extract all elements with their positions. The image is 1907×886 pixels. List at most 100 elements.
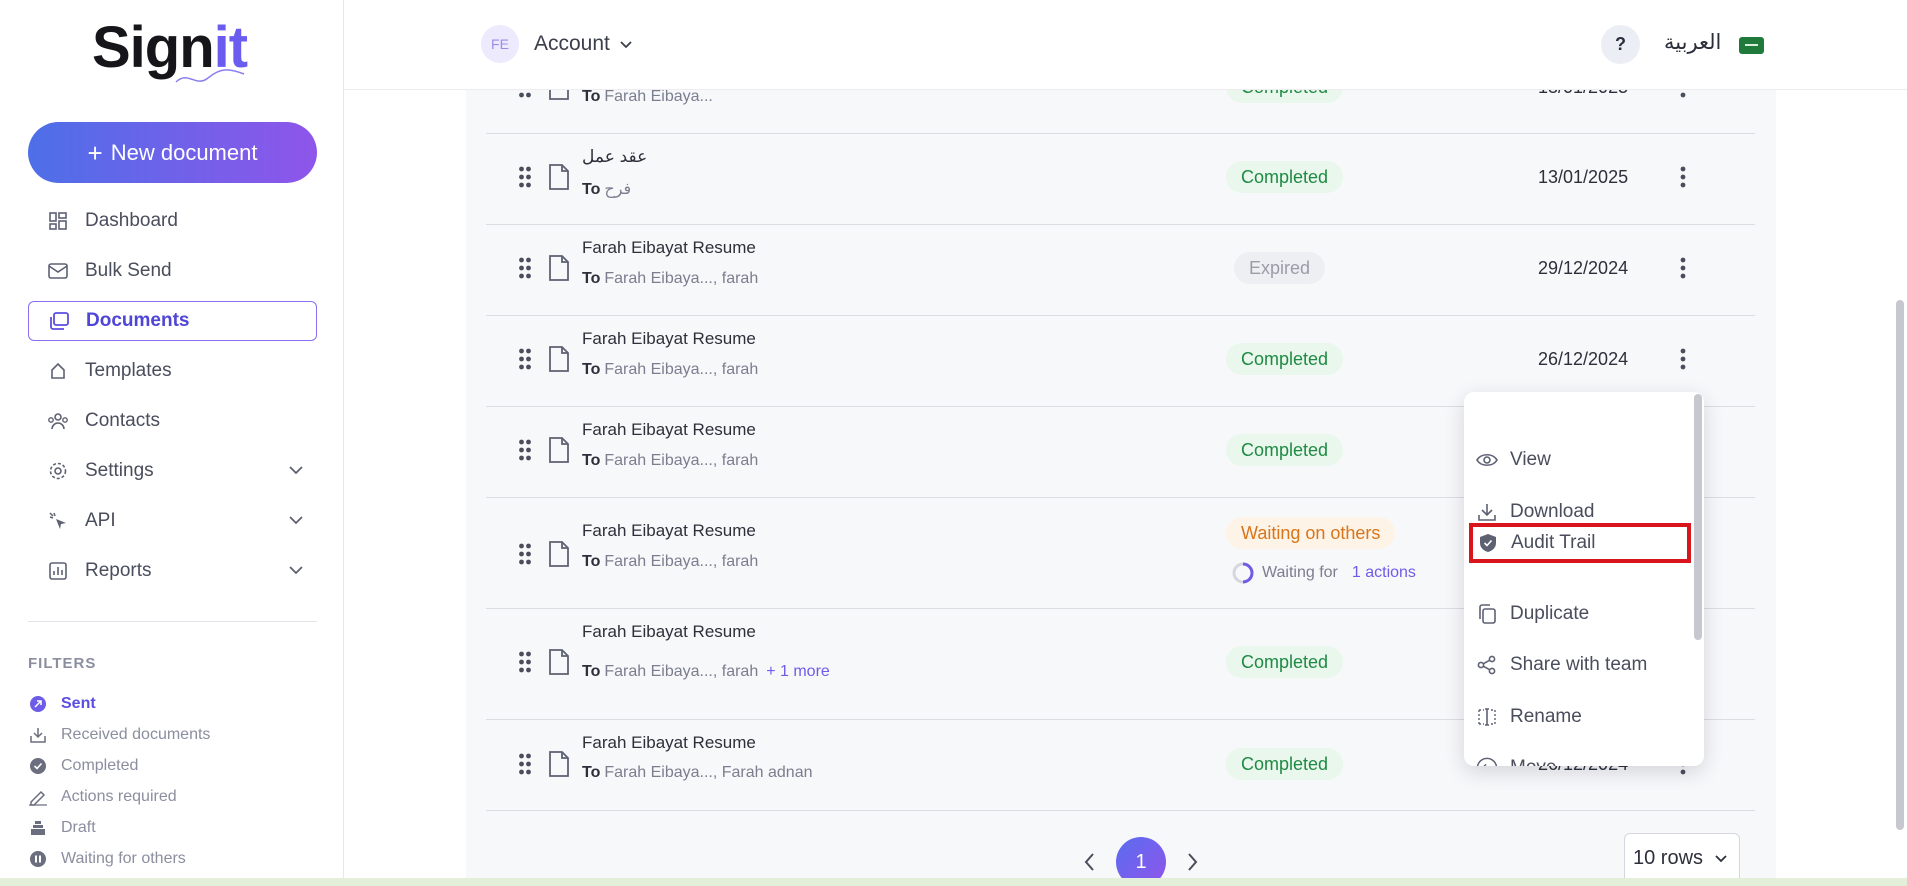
sidebar-item-label: Settings [85, 460, 154, 481]
filters-title: FILTERS [28, 655, 97, 672]
table-row[interactable]: عقد عمل To فرح Completed 13/01/2025 [486, 134, 1755, 225]
more-options-icon[interactable] [1679, 347, 1687, 376]
eye-icon [1476, 449, 1498, 471]
more-options-icon[interactable] [1679, 256, 1687, 285]
document-actions-menu: View Download Audit Trail Duplicate Shar… [1464, 392, 1704, 766]
filter-actions-required[interactable]: Actions required [28, 781, 317, 812]
inbox-download-icon [28, 725, 48, 745]
file-icon [548, 254, 570, 287]
help-button[interactable]: ? [1601, 25, 1640, 64]
drag-handle-icon[interactable] [518, 650, 532, 679]
more-recipients-link[interactable]: + 1 more [766, 663, 830, 680]
chevron-down-icon[interactable] [287, 461, 305, 479]
filter-label: Draft [61, 818, 96, 836]
to-label: To [582, 361, 601, 378]
to-label: To [582, 452, 601, 469]
document-recipients: To Farah Eibaya..., farah [582, 553, 758, 571]
drag-handle-icon[interactable] [518, 542, 532, 571]
status-badge: Completed [1226, 646, 1344, 678]
sidebar-item-bulk-send[interactable]: Bulk Send [28, 251, 317, 291]
chevron-down-icon[interactable] [287, 511, 305, 529]
account-dropdown[interactable]: Account [534, 32, 634, 56]
document-date: 26/12/2024 [1538, 349, 1629, 369]
saudi-flag-icon[interactable] [1739, 37, 1764, 54]
sidebar-item-documents[interactable]: Documents [28, 301, 317, 341]
mail-icon [47, 260, 69, 282]
sidebar-item-label: Dashboard [85, 210, 178, 231]
recipient-names: Farah Eibaya..., farah [604, 361, 759, 378]
more-options-icon[interactable] [1679, 165, 1687, 194]
menu-item-audit-trail[interactable]: Audit Trail [1469, 523, 1691, 563]
pending-actions-link[interactable]: 1 actions [1352, 564, 1416, 582]
sidebar-item-contacts[interactable]: Contacts [28, 401, 317, 441]
document-title[interactable]: Farah Eibayat Resume [582, 733, 756, 753]
to-label: To [582, 181, 601, 198]
drag-handle-icon[interactable] [518, 752, 532, 781]
sidebar-divider [28, 621, 317, 622]
sidebar-item-dashboard[interactable]: Dashboard [28, 201, 317, 241]
status-badge: Completed [1226, 161, 1344, 193]
sidebar-item-label: Contacts [85, 410, 160, 431]
menu-item-label: Audit Trail [1511, 532, 1596, 553]
contacts-icon [47, 410, 69, 432]
drag-handle-icon[interactable] [518, 165, 532, 194]
rows-per-page-select[interactable]: 10 rows [1624, 833, 1740, 883]
menu-item-view[interactable]: View [1476, 440, 1686, 480]
filter-sent[interactable]: Sent [28, 688, 317, 719]
menu-item-label: Duplicate [1510, 603, 1590, 624]
drag-handle-icon[interactable] [518, 256, 532, 285]
menu-item-label: Share with team [1510, 654, 1648, 675]
arrow-left-circle-icon [1476, 757, 1498, 766]
sidebar-item-api[interactable]: API [28, 501, 317, 541]
chevron-down-icon [1715, 855, 1727, 863]
filter-completed[interactable]: Completed [28, 750, 317, 781]
filter-label: Received documents [61, 725, 211, 743]
document-title[interactable]: Farah Eibayat Resume [582, 238, 756, 258]
sidebar-item-settings[interactable]: Settings [28, 451, 317, 491]
filter-received-documents[interactable]: Received documents [28, 719, 317, 750]
document-title[interactable]: Farah Eibayat Resume [582, 521, 756, 541]
chevron-down-icon[interactable] [287, 561, 305, 579]
filter-label: Actions required [61, 787, 177, 805]
chevron-left-icon[interactable] [1082, 851, 1098, 873]
recipient-names: Farah Eibaya... [604, 88, 713, 105]
document-recipients: To Farah Eibaya..., farah [582, 270, 758, 288]
waiting-for-indicator: Waiting for 1 actions [1232, 562, 1416, 584]
menu-item-label: Rename [1510, 706, 1582, 727]
file-icon [548, 540, 570, 573]
recipient-names: Farah Eibaya..., farah [604, 663, 759, 680]
recipient-names: Farah Eibaya..., farah [604, 553, 759, 570]
menu-item-rename[interactable]: Rename [1476, 697, 1686, 737]
file-icon [548, 648, 570, 681]
page-scrollbar[interactable] [1896, 300, 1904, 830]
filter-draft[interactable]: Draft [28, 812, 317, 843]
filter-waiting-for-others[interactable]: Waiting for others [28, 843, 317, 874]
sidebar-item-reports[interactable]: Reports [28, 551, 317, 591]
menu-item-duplicate[interactable]: Duplicate [1476, 594, 1686, 634]
document-title[interactable]: عقد عمل [582, 147, 647, 167]
status-badge: Expired [1234, 252, 1326, 284]
menu-item-label: View [1510, 449, 1551, 470]
document-title[interactable]: Farah Eibayat Resume [582, 420, 756, 440]
menu-item-share-with-team[interactable]: Share with team [1476, 645, 1686, 685]
documents-icon [48, 310, 70, 332]
drag-handle-icon[interactable] [518, 347, 532, 376]
sidebar-item-label: Bulk Send [85, 260, 172, 281]
file-icon [548, 436, 570, 469]
new-document-button[interactable]: + New document [28, 122, 317, 183]
shield-check-icon [1477, 532, 1499, 554]
sidebar-item-label: Documents [86, 310, 190, 331]
menu-scrollbar[interactable] [1694, 394, 1702, 640]
document-title[interactable]: Farah Eibayat Resume [582, 329, 756, 349]
document-recipients: To Farah Eibaya..., farah [582, 452, 758, 470]
drag-handle-icon[interactable] [518, 438, 532, 467]
language-switch[interactable]: العربية [1664, 30, 1721, 54]
menu-item-move[interactable]: Move [1476, 748, 1686, 766]
sidebar-item-templates[interactable]: Templates [28, 351, 317, 391]
to-label: To [582, 270, 601, 287]
avatar[interactable]: FE [481, 25, 519, 63]
table-row[interactable]: Farah Eibayat Resume To Farah Eibaya..., f… [486, 225, 1755, 316]
chevron-right-icon[interactable] [1184, 851, 1200, 873]
document-recipients: To Farah Eibaya..., farah [582, 361, 758, 379]
document-title[interactable]: Farah Eibayat Resume [582, 622, 756, 642]
